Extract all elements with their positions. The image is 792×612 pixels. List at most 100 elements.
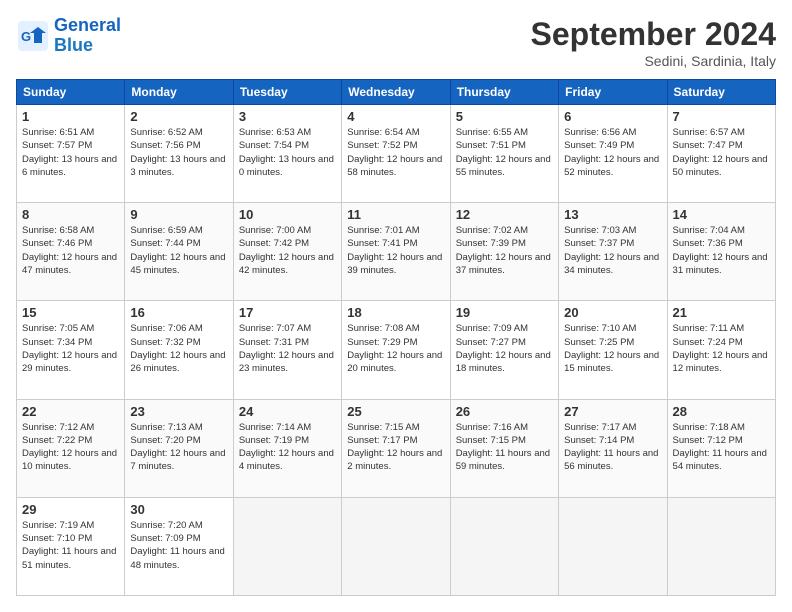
col-wednesday: Wednesday bbox=[342, 80, 450, 105]
daylight-label: Daylight: 12 hours and 52 minutes. bbox=[564, 154, 659, 178]
calendar-week-3: 15 Sunrise: 7:05 AM Sunset: 7:34 PM Dayl… bbox=[17, 301, 776, 399]
sunrise-label: Sunrise: 7:12 AM bbox=[22, 422, 94, 433]
sunrise-label: Sunrise: 7:15 AM bbox=[347, 422, 419, 433]
col-tuesday: Tuesday bbox=[233, 80, 341, 105]
day-info: Sunrise: 6:56 AM Sunset: 7:49 PM Dayligh… bbox=[564, 126, 661, 179]
day-number: 24 bbox=[239, 404, 336, 419]
month-title: September 2024 bbox=[531, 16, 776, 53]
sunrise-label: Sunrise: 7:09 AM bbox=[456, 323, 528, 334]
daylight-label: Daylight: 12 hours and 39 minutes. bbox=[347, 252, 442, 276]
sunrise-label: Sunrise: 6:56 AM bbox=[564, 127, 636, 138]
logo-icon: G bbox=[16, 19, 50, 53]
sunrise-label: Sunrise: 6:52 AM bbox=[130, 127, 202, 138]
calendar-cell: 5 Sunrise: 6:55 AM Sunset: 7:51 PM Dayli… bbox=[450, 105, 558, 203]
sunrise-label: Sunrise: 7:20 AM bbox=[130, 520, 202, 531]
daylight-label: Daylight: 12 hours and 18 minutes. bbox=[456, 350, 551, 374]
day-number: 8 bbox=[22, 207, 119, 222]
day-number: 9 bbox=[130, 207, 227, 222]
calendar-cell: 2 Sunrise: 6:52 AM Sunset: 7:56 PM Dayli… bbox=[125, 105, 233, 203]
day-info: Sunrise: 7:10 AM Sunset: 7:25 PM Dayligh… bbox=[564, 322, 661, 375]
calendar-cell bbox=[233, 497, 341, 595]
day-number: 11 bbox=[347, 207, 444, 222]
day-number: 10 bbox=[239, 207, 336, 222]
sunrise-label: Sunrise: 6:57 AM bbox=[673, 127, 745, 138]
day-number: 12 bbox=[456, 207, 553, 222]
day-info: Sunrise: 7:14 AM Sunset: 7:19 PM Dayligh… bbox=[239, 421, 336, 474]
calendar-cell bbox=[667, 497, 775, 595]
day-number: 7 bbox=[673, 109, 770, 124]
sunrise-label: Sunrise: 7:04 AM bbox=[673, 225, 745, 236]
calendar-cell: 22 Sunrise: 7:12 AM Sunset: 7:22 PM Dayl… bbox=[17, 399, 125, 497]
sunrise-label: Sunrise: 6:55 AM bbox=[456, 127, 528, 138]
calendar-cell: 21 Sunrise: 7:11 AM Sunset: 7:24 PM Dayl… bbox=[667, 301, 775, 399]
sunset-label: Sunset: 7:39 PM bbox=[456, 238, 526, 249]
logo-text: GeneralBlue bbox=[54, 16, 121, 56]
daylight-label: Daylight: 13 hours and 0 minutes. bbox=[239, 154, 334, 178]
sunset-label: Sunset: 7:09 PM bbox=[130, 533, 200, 544]
logo: G GeneralBlue bbox=[16, 16, 121, 56]
col-sunday: Sunday bbox=[17, 80, 125, 105]
sunrise-label: Sunrise: 7:07 AM bbox=[239, 323, 311, 334]
sunset-label: Sunset: 7:12 PM bbox=[673, 435, 743, 446]
sunrise-label: Sunrise: 7:13 AM bbox=[130, 422, 202, 433]
sunset-label: Sunset: 7:32 PM bbox=[130, 337, 200, 348]
calendar-cell: 28 Sunrise: 7:18 AM Sunset: 7:12 PM Dayl… bbox=[667, 399, 775, 497]
daylight-label: Daylight: 12 hours and 58 minutes. bbox=[347, 154, 442, 178]
calendar-cell: 10 Sunrise: 7:00 AM Sunset: 7:42 PM Dayl… bbox=[233, 203, 341, 301]
day-info: Sunrise: 7:05 AM Sunset: 7:34 PM Dayligh… bbox=[22, 322, 119, 375]
daylight-label: Daylight: 12 hours and 23 minutes. bbox=[239, 350, 334, 374]
sunset-label: Sunset: 7:52 PM bbox=[347, 140, 417, 151]
sunset-label: Sunset: 7:47 PM bbox=[673, 140, 743, 151]
calendar-cell: 8 Sunrise: 6:58 AM Sunset: 7:46 PM Dayli… bbox=[17, 203, 125, 301]
sunset-label: Sunset: 7:15 PM bbox=[456, 435, 526, 446]
calendar-cell: 9 Sunrise: 6:59 AM Sunset: 7:44 PM Dayli… bbox=[125, 203, 233, 301]
day-number: 16 bbox=[130, 305, 227, 320]
calendar-cell: 14 Sunrise: 7:04 AM Sunset: 7:36 PM Dayl… bbox=[667, 203, 775, 301]
day-number: 19 bbox=[456, 305, 553, 320]
calendar-cell: 11 Sunrise: 7:01 AM Sunset: 7:41 PM Dayl… bbox=[342, 203, 450, 301]
sunrise-label: Sunrise: 7:05 AM bbox=[22, 323, 94, 334]
daylight-label: Daylight: 12 hours and 55 minutes. bbox=[456, 154, 551, 178]
day-info: Sunrise: 6:53 AM Sunset: 7:54 PM Dayligh… bbox=[239, 126, 336, 179]
day-number: 30 bbox=[130, 502, 227, 517]
sunrise-label: Sunrise: 7:10 AM bbox=[564, 323, 636, 334]
calendar-cell: 20 Sunrise: 7:10 AM Sunset: 7:25 PM Dayl… bbox=[559, 301, 667, 399]
sunset-label: Sunset: 7:24 PM bbox=[673, 337, 743, 348]
calendar-cell bbox=[342, 497, 450, 595]
location: Sedini, Sardinia, Italy bbox=[531, 53, 776, 69]
daylight-label: Daylight: 13 hours and 3 minutes. bbox=[130, 154, 225, 178]
daylight-label: Daylight: 12 hours and 15 minutes. bbox=[564, 350, 659, 374]
sunset-label: Sunset: 7:51 PM bbox=[456, 140, 526, 151]
calendar-cell: 4 Sunrise: 6:54 AM Sunset: 7:52 PM Dayli… bbox=[342, 105, 450, 203]
daylight-label: Daylight: 11 hours and 48 minutes. bbox=[130, 546, 224, 570]
calendar-cell: 13 Sunrise: 7:03 AM Sunset: 7:37 PM Dayl… bbox=[559, 203, 667, 301]
calendar-cell: 25 Sunrise: 7:15 AM Sunset: 7:17 PM Dayl… bbox=[342, 399, 450, 497]
col-saturday: Saturday bbox=[667, 80, 775, 105]
sunset-label: Sunset: 7:19 PM bbox=[239, 435, 309, 446]
day-info: Sunrise: 6:54 AM Sunset: 7:52 PM Dayligh… bbox=[347, 126, 444, 179]
day-info: Sunrise: 6:51 AM Sunset: 7:57 PM Dayligh… bbox=[22, 126, 119, 179]
sunset-label: Sunset: 7:14 PM bbox=[564, 435, 634, 446]
day-number: 1 bbox=[22, 109, 119, 124]
sunrise-label: Sunrise: 7:06 AM bbox=[130, 323, 202, 334]
day-number: 14 bbox=[673, 207, 770, 222]
calendar-cell: 3 Sunrise: 6:53 AM Sunset: 7:54 PM Dayli… bbox=[233, 105, 341, 203]
daylight-label: Daylight: 12 hours and 4 minutes. bbox=[239, 448, 334, 472]
day-info: Sunrise: 7:17 AM Sunset: 7:14 PM Dayligh… bbox=[564, 421, 661, 474]
calendar-table: Sunday Monday Tuesday Wednesday Thursday… bbox=[16, 79, 776, 596]
sunset-label: Sunset: 7:41 PM bbox=[347, 238, 417, 249]
daylight-label: Daylight: 12 hours and 29 minutes. bbox=[22, 350, 117, 374]
day-info: Sunrise: 7:04 AM Sunset: 7:36 PM Dayligh… bbox=[673, 224, 770, 277]
daylight-label: Daylight: 12 hours and 31 minutes. bbox=[673, 252, 768, 276]
sunset-label: Sunset: 7:17 PM bbox=[347, 435, 417, 446]
calendar-cell: 17 Sunrise: 7:07 AM Sunset: 7:31 PM Dayl… bbox=[233, 301, 341, 399]
day-info: Sunrise: 7:16 AM Sunset: 7:15 PM Dayligh… bbox=[456, 421, 553, 474]
sunset-label: Sunset: 7:31 PM bbox=[239, 337, 309, 348]
day-number: 4 bbox=[347, 109, 444, 124]
sunrise-label: Sunrise: 7:14 AM bbox=[239, 422, 311, 433]
daylight-label: Daylight: 12 hours and 34 minutes. bbox=[564, 252, 659, 276]
day-info: Sunrise: 7:02 AM Sunset: 7:39 PM Dayligh… bbox=[456, 224, 553, 277]
day-info: Sunrise: 7:20 AM Sunset: 7:09 PM Dayligh… bbox=[130, 519, 227, 572]
calendar-cell: 12 Sunrise: 7:02 AM Sunset: 7:39 PM Dayl… bbox=[450, 203, 558, 301]
sunrise-label: Sunrise: 6:51 AM bbox=[22, 127, 94, 138]
